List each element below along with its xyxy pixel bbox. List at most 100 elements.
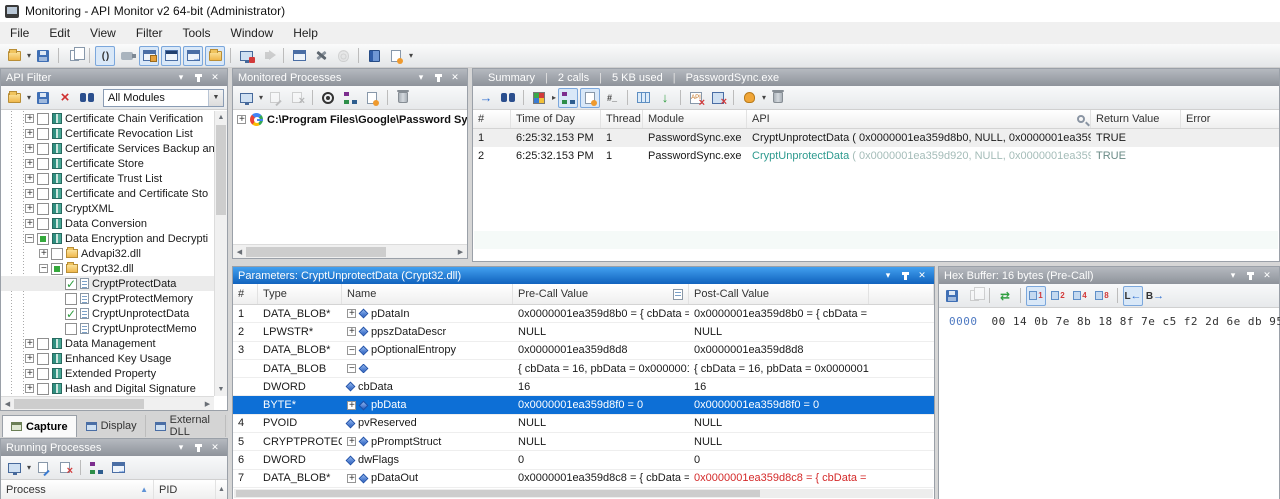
scroll-right-arrow[interactable]: ▶ (201, 397, 214, 410)
find-button[interactable] (498, 88, 518, 108)
tree-item[interactable]: Certificate and Certificate Sto (1, 186, 214, 201)
parameter-row[interactable]: 2LPWSTR*ppszDataDescrNULLNULL (233, 323, 934, 341)
open-file-dropdown[interactable]: ▾ (27, 51, 31, 60)
terminate-process-button[interactable] (55, 458, 75, 478)
parameter-row[interactable]: 3DATA_BLOB*pOptionalEntropy0x0000001ea35… (233, 342, 934, 360)
scroll-up-arrow[interactable]: ▲ (215, 111, 227, 124)
column-header-thread[interactable]: Thread (601, 110, 643, 128)
group-bytes-8-toggle[interactable]: 8 (1092, 286, 1112, 306)
column-header-postcall[interactable]: Post-Call Value (689, 284, 869, 304)
help-doc-button[interactable] (386, 46, 406, 66)
tools-button[interactable] (311, 46, 331, 66)
parameters-horizontal-scrollbar[interactable] (234, 489, 933, 498)
expand-icon[interactable] (347, 327, 356, 336)
tree-item[interactable]: Certificate Services Backup an (1, 141, 214, 156)
checkbox[interactable] (65, 278, 77, 290)
toolbar-overflow[interactable]: ▾ (409, 51, 413, 60)
exclude-module-button[interactable] (708, 88, 728, 108)
choose-columns-button[interactable] (633, 88, 653, 108)
open-file-button[interactable] (4, 46, 24, 66)
column-header-error[interactable]: Error (1181, 110, 1280, 128)
process-properties-button[interactable] (362, 88, 382, 108)
api-call-row[interactable]: 16:25:32.153 PM1PasswordSync.exeCryptUnp… (473, 129, 1279, 147)
column-header-module[interactable]: Module (643, 110, 747, 128)
checkbox[interactable] (65, 293, 77, 305)
checkbox[interactable] (37, 203, 49, 215)
exclude-api-button[interactable] (686, 88, 706, 108)
expand-icon[interactable] (25, 354, 34, 363)
parameter-row[interactable]: 5CRYPTPROTECT...pPromptStructNULLNULL (233, 433, 934, 451)
api-call-row[interactable]: 26:25:32.153 PM1PasswordSync.exeCryptUnp… (473, 147, 1279, 165)
tree-item[interactable]: CryptProtectData (1, 276, 214, 291)
expand-icon[interactable] (25, 114, 34, 123)
expand-icon[interactable] (347, 364, 356, 373)
expand-icon[interactable] (25, 144, 34, 153)
tree-item[interactable]: Certificate Store (1, 156, 214, 171)
expand-icon[interactable] (25, 129, 34, 138)
close-icon[interactable]: ✕ (448, 72, 462, 84)
menu-item-tools[interactable]: Tools (173, 23, 221, 43)
call-stack-window-toggle[interactable] (183, 46, 203, 66)
pin-icon[interactable] (191, 72, 205, 84)
tree-item[interactable]: Certificate Revocation List (1, 126, 214, 141)
expand-icon[interactable] (25, 204, 34, 213)
checkbox[interactable] (37, 158, 49, 170)
close-icon[interactable]: ✕ (208, 72, 222, 84)
checkbox[interactable] (37, 173, 49, 185)
expand-icon[interactable] (237, 115, 246, 124)
com-monitoring-button[interactable] (117, 46, 137, 66)
monitor-process-dropdown[interactable]: ▾ (27, 463, 31, 472)
pin-icon[interactable] (191, 442, 205, 454)
highlight-colors-dropdown[interactable]: ▸ (552, 93, 556, 102)
expand-icon[interactable] (25, 339, 34, 348)
tree-item[interactable]: CryptUnprotectMemo (1, 321, 214, 336)
monitor-new-process-dropdown[interactable]: ▾ (259, 93, 263, 102)
modules-combobox[interactable]: All Modules ▼ (103, 89, 224, 107)
highlight-colors-button[interactable] (529, 88, 549, 108)
panel-menu-icon[interactable]: ▾ (414, 72, 428, 84)
checkbox[interactable] (37, 233, 49, 245)
monitored-process-item[interactable]: C:\Program Files\Google\Password Sync\Pa (233, 110, 467, 126)
column-header-pid[interactable]: PID (154, 480, 216, 499)
menu-item-help[interactable]: Help (283, 23, 328, 43)
scroll-left-arrow[interactable]: ◀ (1, 397, 14, 410)
tree-item[interactable]: Certificate Chain Verification (1, 111, 214, 126)
tree-item[interactable]: Enhanced Key Usage (1, 351, 214, 366)
parameter-row[interactable]: 6DWORDdwFlags00 (233, 451, 934, 469)
checkbox[interactable] (37, 383, 49, 395)
parameter-row[interactable]: 7DATA_BLOB*pDataOut0x0000001ea359d8c8 = … (233, 470, 934, 488)
load-filter-dropdown[interactable]: ▾ (27, 93, 31, 102)
panel-menu-icon[interactable]: ▾ (1226, 270, 1240, 282)
process-tree-button[interactable] (86, 458, 106, 478)
tree-item[interactable]: Data Management (1, 336, 214, 351)
menu-item-edit[interactable]: Edit (39, 23, 80, 43)
column-header-precall[interactable]: Pre-Call Value (513, 284, 689, 304)
find-api-button[interactable] (77, 88, 97, 108)
expand-icon[interactable] (347, 346, 356, 355)
expand-icon[interactable] (347, 309, 356, 318)
break-on-call-button[interactable] (739, 88, 759, 108)
tree-item[interactable]: Advapi32.dll (1, 246, 214, 261)
monitored-horizontal-scrollbar[interactable]: ◀ ▶ (233, 244, 467, 258)
checkbox[interactable] (37, 218, 49, 230)
menu-item-filter[interactable]: Filter (126, 23, 173, 43)
tree-item[interactable]: CryptProtectMemory (1, 291, 214, 306)
pin-icon[interactable] (898, 270, 912, 282)
tree-item[interactable]: Crypt32.dll (1, 261, 214, 276)
close-icon[interactable]: ✕ (208, 442, 222, 454)
decode-view-toggle[interactable] (580, 88, 600, 108)
remove-process-button[interactable] (393, 88, 413, 108)
line-numbers-toggle[interactable] (602, 88, 622, 108)
column-header-num[interactable]: # (473, 110, 511, 128)
menu-item-window[interactable]: Window (221, 23, 284, 43)
panel-menu-icon[interactable]: ▾ (174, 72, 188, 84)
expand-icon[interactable] (25, 234, 34, 243)
save-button[interactable] (33, 46, 53, 66)
expand-icon[interactable] (347, 401, 356, 410)
checkbox[interactable] (51, 263, 63, 275)
scroll-right-arrow[interactable]: ▶ (454, 245, 467, 258)
group-bytes-2-toggle[interactable]: 2 (1048, 286, 1068, 306)
column-header-type[interactable]: Type (258, 284, 342, 304)
panel-menu-icon[interactable]: ▾ (174, 442, 188, 454)
checkbox[interactable] (65, 323, 77, 335)
